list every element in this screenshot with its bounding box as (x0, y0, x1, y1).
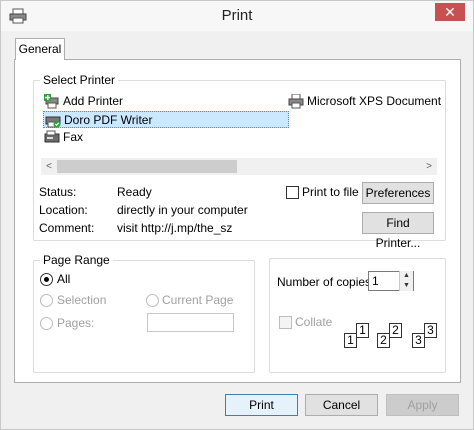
page-range-legend: Page Range (43, 253, 110, 267)
copies-value: 1 (372, 274, 379, 288)
printer-item-label: Add Printer (63, 94, 124, 108)
collate-page: 3 (424, 323, 437, 338)
close-button[interactable]: ✕ (435, 3, 465, 21)
spin-down-icon[interactable]: ▼ (400, 281, 413, 291)
printer-item-doro-pdf-writer[interactable]: Doro PDF Writer (43, 111, 289, 128)
pdf-printer-icon (45, 116, 61, 128)
selection-radio-label[interactable]: Selection (57, 293, 106, 307)
window-title: Print (221, 7, 253, 24)
cancel-button[interactable]: Cancel (305, 394, 378, 416)
location-label: Location: (39, 203, 88, 217)
status-label: Status: (39, 185, 77, 199)
add-printer-icon (44, 94, 59, 109)
selection-radio[interactable] (40, 294, 53, 307)
collate-page: 1 (356, 323, 369, 338)
printer-item-fax[interactable]: Fax (43, 129, 83, 146)
printer-item-label: Doro PDF Writer (64, 113, 153, 127)
title-bar: Print ✕ (1, 1, 473, 31)
print-to-file-label[interactable]: Print to file (302, 185, 359, 199)
comment-value: visit http://j.mp/the_sz (117, 221, 233, 235)
pages-radio[interactable] (40, 317, 53, 330)
scroll-left-arrow[interactable]: < (41, 158, 57, 175)
collate-checkbox[interactable] (279, 316, 292, 329)
printer-list[interactable]: Add Printer Microsoft XPS Document Doro … (41, 93, 441, 149)
horizontal-scrollbar[interactable]: < > (41, 158, 437, 175)
select-printer-legend: Select Printer (43, 73, 116, 87)
print-button[interactable]: Print (225, 394, 298, 416)
comment-label: Comment: (39, 221, 95, 235)
collate-label[interactable]: Collate (295, 315, 332, 329)
scroll-right-arrow[interactable]: > (421, 158, 437, 175)
pages-radio-label[interactable]: Pages: (57, 316, 94, 330)
all-radio-label[interactable]: All (57, 272, 70, 286)
fax-icon (44, 130, 60, 143)
print-to-file-checkbox[interactable] (286, 186, 299, 199)
preferences-button[interactable]: Preferences (362, 182, 434, 204)
tab-general[interactable]: General (15, 38, 65, 60)
all-radio[interactable] (40, 273, 53, 286)
apply-button[interactable]: Apply (386, 394, 459, 416)
number-of-copies-label: Number of copies: (277, 275, 375, 289)
pages-input[interactable] (147, 313, 234, 332)
copies-input[interactable]: 1 ▲ ▼ (368, 271, 414, 291)
printer-item-label: Microsoft XPS Document (307, 94, 441, 108)
printer-item-label: Fax (63, 130, 84, 144)
collate-page: 2 (389, 323, 402, 338)
status-value: Ready (117, 185, 152, 199)
printer-item-microsoft-xps[interactable]: Microsoft XPS Document (287, 93, 441, 110)
current-page-radio-label[interactable]: Current Page (162, 293, 233, 307)
spin-up-icon[interactable]: ▲ (400, 271, 413, 281)
find-printer-button[interactable]: Find Printer... (362, 212, 434, 250)
scrollbar-thumb[interactable] (57, 160, 237, 173)
printer-item-add-printer[interactable]: Add Printer (43, 93, 123, 110)
location-value: directly in your computer (117, 203, 248, 217)
print-dialog: Print ✕ General Select Printer Add Print… (0, 0, 474, 430)
printer-icon (288, 94, 304, 109)
current-page-radio[interactable] (146, 294, 159, 307)
copies-spinner[interactable]: ▲ ▼ (399, 271, 413, 291)
